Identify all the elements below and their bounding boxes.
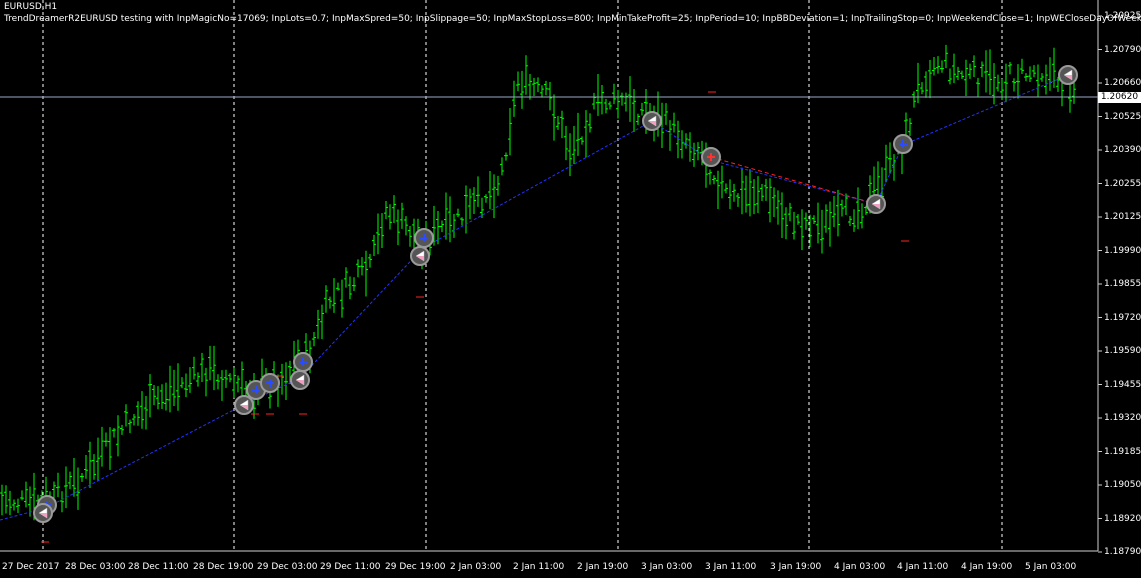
price-label: 1.19455 [1104,379,1141,390]
time-label: 3 Jan 03:00 [641,562,693,572]
current-price-tag: 1.20620 [1098,92,1141,103]
price-label: 1.20125 [1104,212,1141,222]
time-label: 3 Jan 11:00 [705,562,757,572]
price-label: 1.20925 [1104,11,1141,21]
time-label: 3 Jan 19:00 [770,562,822,572]
chart-axes [0,0,1102,553]
time-label: 28 Dec 03:00 [65,562,126,572]
price-label: 1.19185 [1104,446,1141,457]
price-chart[interactable] [0,0,1141,578]
blue-cross-icon [414,228,434,248]
price-label: 1.20525 [1104,111,1141,122]
time-label: 4 Jan 11:00 [897,562,949,572]
time-label: 2 Jan 03:00 [450,562,502,572]
blue-cross-icon [893,134,913,154]
time-label: 29 Dec 11:00 [320,562,381,572]
time-label: 28 Dec 19:00 [193,562,254,572]
white-triangle-icon [642,111,662,131]
time-label: 29 Dec 03:00 [257,562,318,572]
price-label: 1.19720 [1104,312,1141,323]
white-triangle-icon [410,246,430,266]
time-label: 28 Dec 11:00 [128,562,189,572]
price-label: 1.20660 [1104,78,1141,88]
price-label: 1.20255 [1104,178,1141,189]
time-label: 2 Jan 11:00 [513,562,565,572]
time-label: 2 Jan 19:00 [577,562,629,572]
time-label: 4 Jan 03:00 [834,562,886,572]
time-label: 4 Jan 19:00 [961,562,1013,572]
trade-line [710,156,877,205]
white-triangle-icon [33,503,53,523]
price-label: 1.19050 [1104,480,1141,490]
white-triangle-icon [866,194,886,214]
trade-markers [33,65,1078,523]
price-label: 1.19320 [1104,413,1141,423]
price-label: 1.20790 [1104,44,1141,55]
time-label: 27 Dec 2017 [2,562,60,572]
trade-lines [41,91,909,543]
blue-cross-icon [260,373,280,393]
chart-window[interactable]: EURUSD,H1 TrendDreamerR2EURUSD testing w… [0,0,1141,578]
white-triangle-icon [1058,65,1078,85]
white-triangle-icon [234,395,254,415]
red-cross-icon [701,147,721,167]
price-label: 1.18920 [1104,513,1141,524]
blue-cross-icon [293,352,313,372]
price-label: 1.19590 [1104,346,1141,356]
candlestick-series [0,44,1076,521]
symbol-label: EURUSD,H1 [4,2,58,12]
tester-parameters: TrendDreamerR2EURUSD testing with InpMag… [4,14,1141,24]
time-label: 5 Jan 03:00 [1025,562,1077,572]
price-label: 1.18790 [1104,547,1141,557]
white-triangle-icon [290,370,310,390]
price-label: 1.20390 [1104,145,1141,155]
price-label: 1.19855 [1104,279,1141,289]
price-label: 1.19990 [1104,245,1141,256]
time-label: 29 Dec 19:00 [385,562,446,572]
